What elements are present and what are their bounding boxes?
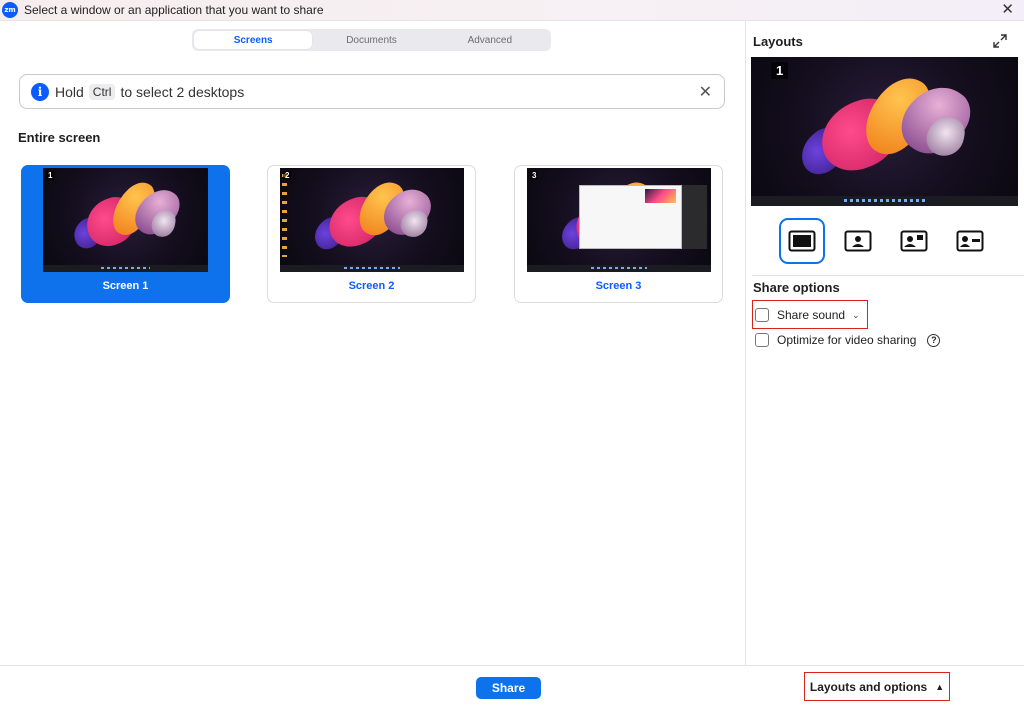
side-presenter-icon	[844, 230, 872, 252]
optimize-video-option: Optimize for video sharing ?	[755, 333, 941, 347]
layout-presenter-card-button[interactable]	[947, 218, 993, 264]
screen-card-1[interactable]: 1 Screen 1	[21, 165, 230, 303]
dismiss-banner-icon[interactable]: ✕	[699, 82, 712, 102]
screen-number: 2	[283, 171, 292, 180]
layout-screen-only-button[interactable]	[779, 218, 825, 264]
screen-thumbnail: 3	[527, 168, 711, 272]
screen-only-icon	[788, 230, 816, 252]
screen-label: Screen 1	[102, 280, 149, 292]
info-suffix: to select 2 desktops	[120, 83, 245, 100]
screen-card-3[interactable]: 3 Screen 3	[514, 165, 723, 303]
screens-pane: Screens Documents Advanced i Hold Ctrl t…	[0, 21, 745, 665]
help-icon[interactable]: ?	[927, 333, 941, 347]
expand-icon[interactable]	[992, 33, 1008, 49]
info-prefix: Hold	[55, 83, 84, 100]
preview-number: 1	[771, 62, 789, 79]
footer-bar: Share Layouts and options ▲	[0, 665, 1024, 707]
zoom-logo-icon: zm	[2, 2, 18, 18]
screen-label: Screen 2	[348, 280, 395, 292]
layouts-title: Layouts	[753, 34, 803, 49]
presenter-overlay-icon	[900, 230, 928, 252]
share-tabs: Screens Documents Advanced	[192, 29, 551, 51]
presenter-card-icon	[956, 230, 984, 252]
close-icon[interactable]: ✕	[1001, 2, 1014, 18]
info-icon: i	[31, 82, 49, 101]
screen-thumbnail: 1	[43, 168, 208, 272]
layouts-toggle-label: Layouts and options	[809, 679, 928, 694]
share-sound-label: Share sound	[777, 308, 846, 322]
info-text: Hold Ctrl to select 2 desktops	[55, 83, 245, 100]
section-title: Entire screen	[18, 130, 101, 145]
layout-presenter-overlay-button[interactable]	[891, 218, 937, 264]
share-button[interactable]: Share	[476, 677, 541, 699]
optimize-video-label: Optimize for video sharing	[777, 333, 917, 347]
section-divider	[752, 275, 1024, 276]
screen-number: 1	[46, 171, 55, 180]
optimize-video-checkbox[interactable]	[755, 333, 769, 347]
ctrl-key-badge: Ctrl	[88, 83, 116, 100]
layout-options	[779, 218, 993, 264]
tab-documents[interactable]: Documents	[312, 31, 430, 49]
layout-side-presenter-button[interactable]	[835, 218, 881, 264]
layouts-and-options-toggle[interactable]: Layouts and options ▲	[804, 672, 950, 701]
share-sound-checkbox[interactable]	[755, 308, 769, 322]
tab-advanced[interactable]: Advanced	[431, 31, 549, 49]
layouts-pane: Layouts 1 Share options Share sound ⌄ Op…	[746, 21, 1024, 665]
title-bar: zm Select a window or an application tha…	[0, 0, 1024, 21]
screen-label: Screen 3	[595, 280, 642, 292]
chevron-down-icon[interactable]: ⌄	[852, 310, 860, 321]
share-sound-option: Share sound ⌄	[755, 308, 860, 322]
layout-preview: 1	[751, 57, 1018, 206]
share-options-title: Share options	[753, 280, 840, 295]
window-title: Select a window or an application that y…	[24, 3, 324, 17]
tab-screens[interactable]: Screens	[194, 31, 313, 49]
info-banner: i Hold Ctrl to select 2 desktops ✕	[19, 74, 725, 109]
screen-thumbnail: 2	[280, 168, 464, 272]
triangle-up-icon: ▲	[935, 681, 945, 692]
screen-number: 3	[530, 171, 539, 180]
screen-card-2[interactable]: 2 Screen 2	[267, 165, 476, 303]
